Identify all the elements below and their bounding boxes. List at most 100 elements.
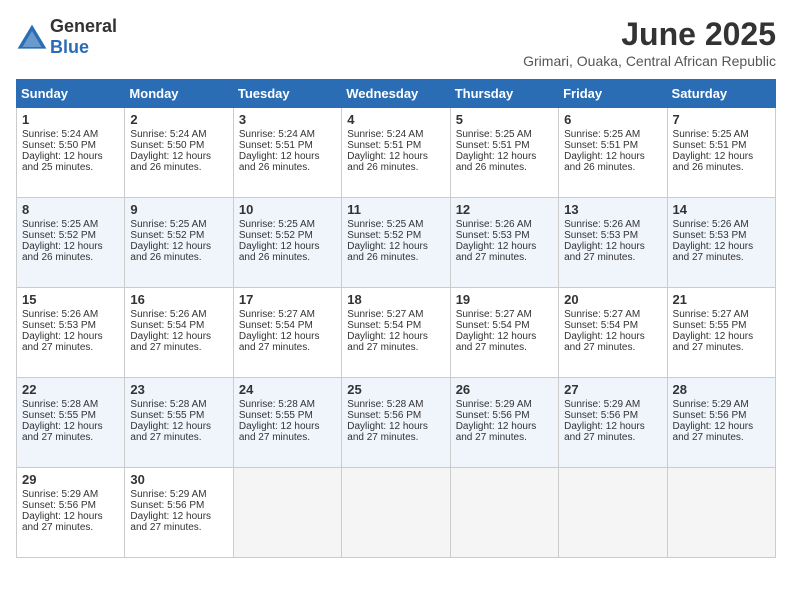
sunrise-text: Sunrise: 5:24 AM xyxy=(239,129,315,140)
daylight-text: Daylight: 12 hours and 27 minutes. xyxy=(239,331,320,353)
daylight-text: Daylight: 12 hours and 27 minutes. xyxy=(347,421,428,443)
sunset-text: Sunset: 5:55 PM xyxy=(239,410,313,421)
daylight-text: Daylight: 12 hours and 27 minutes. xyxy=(22,421,103,443)
sunrise-text: Sunrise: 5:24 AM xyxy=(347,129,423,140)
sunset-text: Sunset: 5:52 PM xyxy=(347,230,421,241)
table-row: 12 Sunrise: 5:26 AM Sunset: 5:53 PM Dayl… xyxy=(450,198,558,288)
day-number: 23 xyxy=(130,382,227,397)
col-friday: Friday xyxy=(559,80,667,108)
sunset-text: Sunset: 5:52 PM xyxy=(130,230,204,241)
sunrise-text: Sunrise: 5:29 AM xyxy=(564,399,640,410)
daylight-text: Daylight: 12 hours and 27 minutes. xyxy=(456,241,537,263)
daylight-text: Daylight: 12 hours and 27 minutes. xyxy=(673,331,754,353)
sunrise-text: Sunrise: 5:26 AM xyxy=(22,309,98,320)
day-number: 4 xyxy=(347,112,444,127)
daylight-text: Daylight: 12 hours and 27 minutes. xyxy=(22,511,103,533)
table-row: 10 Sunrise: 5:25 AM Sunset: 5:52 PM Dayl… xyxy=(233,198,341,288)
sunrise-text: Sunrise: 5:25 AM xyxy=(22,219,98,230)
sunset-text: Sunset: 5:54 PM xyxy=(564,320,638,331)
daylight-text: Daylight: 12 hours and 27 minutes. xyxy=(130,511,211,533)
day-number: 6 xyxy=(564,112,661,127)
table-row: 29 Sunrise: 5:29 AM Sunset: 5:56 PM Dayl… xyxy=(17,468,125,558)
table-row: 22 Sunrise: 5:28 AM Sunset: 5:55 PM Dayl… xyxy=(17,378,125,468)
logo: General Blue xyxy=(16,16,117,58)
daylight-text: Daylight: 12 hours and 27 minutes. xyxy=(456,421,537,443)
table-row: 15 Sunrise: 5:26 AM Sunset: 5:53 PM Dayl… xyxy=(17,288,125,378)
daylight-text: Daylight: 12 hours and 27 minutes. xyxy=(22,331,103,353)
sunrise-text: Sunrise: 5:27 AM xyxy=(564,309,640,320)
sunrise-text: Sunrise: 5:26 AM xyxy=(564,219,640,230)
day-number: 12 xyxy=(456,202,553,217)
calendar-week-row: 22 Sunrise: 5:28 AM Sunset: 5:55 PM Dayl… xyxy=(17,378,776,468)
col-saturday: Saturday xyxy=(667,80,775,108)
sunrise-text: Sunrise: 5:27 AM xyxy=(239,309,315,320)
table-row: 8 Sunrise: 5:25 AM Sunset: 5:52 PM Dayli… xyxy=(17,198,125,288)
table-row: 18 Sunrise: 5:27 AM Sunset: 5:54 PM Dayl… xyxy=(342,288,450,378)
sunrise-text: Sunrise: 5:25 AM xyxy=(673,129,749,140)
table-row: 6 Sunrise: 5:25 AM Sunset: 5:51 PM Dayli… xyxy=(559,108,667,198)
sunrise-text: Sunrise: 5:26 AM xyxy=(673,219,749,230)
col-monday: Monday xyxy=(125,80,233,108)
sunrise-text: Sunrise: 5:24 AM xyxy=(22,129,98,140)
table-row: 27 Sunrise: 5:29 AM Sunset: 5:56 PM Dayl… xyxy=(559,378,667,468)
sunrise-text: Sunrise: 5:28 AM xyxy=(22,399,98,410)
day-number: 27 xyxy=(564,382,661,397)
table-row: 5 Sunrise: 5:25 AM Sunset: 5:51 PM Dayli… xyxy=(450,108,558,198)
sunrise-text: Sunrise: 5:25 AM xyxy=(130,219,206,230)
sunrise-text: Sunrise: 5:29 AM xyxy=(673,399,749,410)
sunset-text: Sunset: 5:56 PM xyxy=(130,500,204,511)
col-tuesday: Tuesday xyxy=(233,80,341,108)
empty-cell xyxy=(233,468,341,558)
sunset-text: Sunset: 5:53 PM xyxy=(22,320,96,331)
day-number: 18 xyxy=(347,292,444,307)
table-row: 16 Sunrise: 5:26 AM Sunset: 5:54 PM Dayl… xyxy=(125,288,233,378)
daylight-text: Daylight: 12 hours and 26 minutes. xyxy=(456,151,537,173)
day-number: 14 xyxy=(673,202,770,217)
day-number: 9 xyxy=(130,202,227,217)
day-number: 24 xyxy=(239,382,336,397)
empty-cell xyxy=(450,468,558,558)
daylight-text: Daylight: 12 hours and 27 minutes. xyxy=(564,421,645,443)
day-number: 17 xyxy=(239,292,336,307)
day-number: 11 xyxy=(347,202,444,217)
table-row: 7 Sunrise: 5:25 AM Sunset: 5:51 PM Dayli… xyxy=(667,108,775,198)
sunrise-text: Sunrise: 5:25 AM xyxy=(564,129,640,140)
title-block: June 2025 Grimari, Ouaka, Central Africa… xyxy=(523,16,776,69)
day-number: 3 xyxy=(239,112,336,127)
day-number: 13 xyxy=(564,202,661,217)
day-number: 28 xyxy=(673,382,770,397)
sunrise-text: Sunrise: 5:29 AM xyxy=(130,489,206,500)
sunset-text: Sunset: 5:56 PM xyxy=(564,410,638,421)
daylight-text: Daylight: 12 hours and 25 minutes. xyxy=(22,151,103,173)
day-number: 16 xyxy=(130,292,227,307)
table-row: 4 Sunrise: 5:24 AM Sunset: 5:51 PM Dayli… xyxy=(342,108,450,198)
sunrise-text: Sunrise: 5:28 AM xyxy=(239,399,315,410)
sunrise-text: Sunrise: 5:28 AM xyxy=(130,399,206,410)
calendar-header-row: Sunday Monday Tuesday Wednesday Thursday… xyxy=(17,80,776,108)
sunset-text: Sunset: 5:52 PM xyxy=(22,230,96,241)
day-number: 15 xyxy=(22,292,119,307)
table-row: 20 Sunrise: 5:27 AM Sunset: 5:54 PM Dayl… xyxy=(559,288,667,378)
table-row: 30 Sunrise: 5:29 AM Sunset: 5:56 PM Dayl… xyxy=(125,468,233,558)
daylight-text: Daylight: 12 hours and 27 minutes. xyxy=(130,421,211,443)
sunrise-text: Sunrise: 5:25 AM xyxy=(239,219,315,230)
sunset-text: Sunset: 5:52 PM xyxy=(239,230,313,241)
table-row: 9 Sunrise: 5:25 AM Sunset: 5:52 PM Dayli… xyxy=(125,198,233,288)
daylight-text: Daylight: 12 hours and 26 minutes. xyxy=(22,241,103,263)
sunrise-text: Sunrise: 5:25 AM xyxy=(456,129,532,140)
table-row: 28 Sunrise: 5:29 AM Sunset: 5:56 PM Dayl… xyxy=(667,378,775,468)
sunset-text: Sunset: 5:51 PM xyxy=(239,140,313,151)
day-number: 21 xyxy=(673,292,770,307)
sunset-text: Sunset: 5:54 PM xyxy=(239,320,313,331)
daylight-text: Daylight: 12 hours and 26 minutes. xyxy=(239,151,320,173)
empty-cell xyxy=(667,468,775,558)
daylight-text: Daylight: 12 hours and 26 minutes. xyxy=(347,241,428,263)
sunset-text: Sunset: 5:50 PM xyxy=(22,140,96,151)
sunset-text: Sunset: 5:51 PM xyxy=(564,140,638,151)
sunrise-text: Sunrise: 5:27 AM xyxy=(456,309,532,320)
table-row: 24 Sunrise: 5:28 AM Sunset: 5:55 PM Dayl… xyxy=(233,378,341,468)
table-row: 25 Sunrise: 5:28 AM Sunset: 5:56 PM Dayl… xyxy=(342,378,450,468)
table-row: 17 Sunrise: 5:27 AM Sunset: 5:54 PM Dayl… xyxy=(233,288,341,378)
calendar-week-row: 8 Sunrise: 5:25 AM Sunset: 5:52 PM Dayli… xyxy=(17,198,776,288)
table-row: 11 Sunrise: 5:25 AM Sunset: 5:52 PM Dayl… xyxy=(342,198,450,288)
